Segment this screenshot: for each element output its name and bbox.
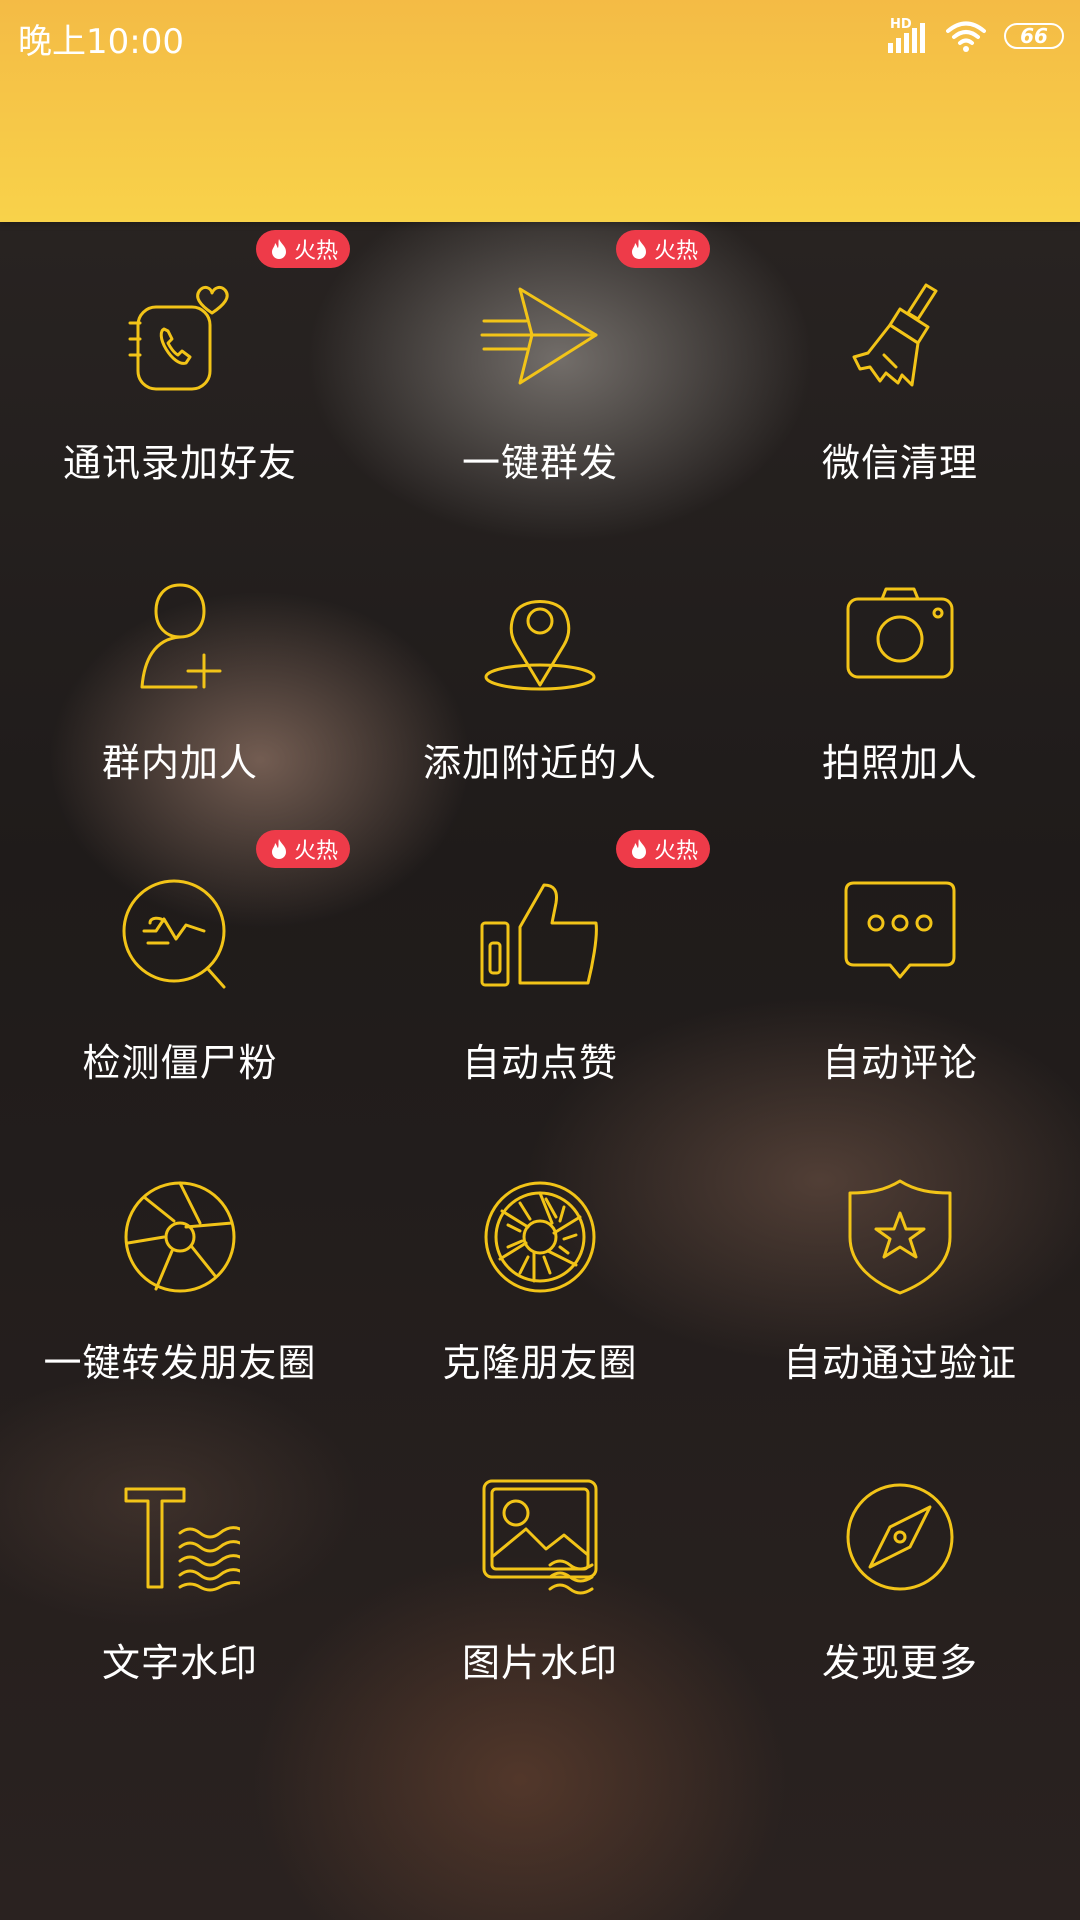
compass-icon <box>840 1477 960 1597</box>
status-time: 晚上10:00 <box>18 22 184 62</box>
aperture-icon <box>120 1177 240 1297</box>
location-pin-icon <box>480 577 600 697</box>
feature-mass-send[interactable]: 火热 一键群发 <box>360 222 720 522</box>
feature-text-watermark[interactable]: 文字水印 <box>0 1422 360 1722</box>
feature-label: 文字水印 <box>101 1641 258 1685</box>
text-watermark-icon <box>120 1477 242 1597</box>
feature-auto-comment[interactable]: 自动评论 <box>720 822 1080 1122</box>
feature-group-add[interactable]: 群内加人 <box>0 522 360 822</box>
feature-photo-add[interactable]: 拍照加人 <box>720 522 1080 822</box>
feature-contacts-add[interactable]: 火热 通讯录加好友 <box>0 222 360 522</box>
feature-label: 群内加人 <box>101 741 258 785</box>
feature-label: 添加附近的人 <box>422 741 657 785</box>
feature-label: 一键转发朋友圈 <box>43 1341 317 1385</box>
app-header: 晚上10:00 HD 66 <box>0 0 1080 222</box>
aperture-striped-icon <box>480 1177 600 1297</box>
flame-icon <box>271 239 286 259</box>
hot-badge: 火热 <box>256 230 350 268</box>
feature-label: 自动点赞 <box>461 1041 618 1085</box>
hot-badge: 火热 <box>616 230 710 268</box>
shield-star-icon <box>840 1177 960 1297</box>
feature-label: 一键群发 <box>461 441 618 485</box>
wifi-icon <box>946 21 986 52</box>
flame-icon <box>631 239 646 259</box>
battery-icon: 66 <box>1004 23 1064 49</box>
paper-plane-icon <box>480 277 600 397</box>
feature-discover-more[interactable]: 发现更多 <box>720 1422 1080 1722</box>
feature-wechat-clean[interactable]: 微信清理 <box>720 222 1080 522</box>
feature-auto-like[interactable]: 火热 自动点赞 <box>360 822 720 1122</box>
feature-label: 自动通过验证 <box>782 1341 1017 1385</box>
broom-icon <box>840 277 960 397</box>
search-wave-icon <box>120 877 240 997</box>
feature-clone-moments[interactable]: 克隆朋友圈 <box>360 1122 720 1422</box>
feature-nearby-add[interactable]: 添加附近的人 <box>360 522 720 822</box>
comment-bubble-icon <box>840 877 960 997</box>
feature-label: 图片水印 <box>461 1641 618 1685</box>
image-watermark-icon <box>480 1477 600 1597</box>
camera-icon <box>840 577 960 697</box>
status-icons: HD 66 <box>888 16 1064 56</box>
feature-label: 拍照加人 <box>821 741 978 785</box>
feature-detect-zombie[interactable]: 火热 检测僵尸粉 <box>0 822 360 1122</box>
feature-label: 克隆朋友圈 <box>442 1341 638 1385</box>
hot-badge: 火热 <box>616 830 710 868</box>
feature-label: 微信清理 <box>821 441 978 485</box>
feature-image-watermark[interactable]: 图片水印 <box>360 1422 720 1722</box>
feature-auto-verify[interactable]: 自动通过验证 <box>720 1122 1080 1422</box>
thumbs-up-icon <box>480 877 600 997</box>
flame-icon <box>271 839 286 859</box>
feature-label: 检测僵尸粉 <box>82 1041 278 1085</box>
feature-label: 发现更多 <box>821 1641 978 1685</box>
feature-forward-moments[interactable]: 一键转发朋友圈 <box>0 1122 360 1422</box>
add-user-icon <box>120 577 240 697</box>
feature-label: 自动评论 <box>821 1041 978 1085</box>
contacts-heart-icon <box>120 277 240 397</box>
hot-badge: 火热 <box>256 830 350 868</box>
signal-icon: HD <box>888 17 928 53</box>
feature-label: 通讯录加好友 <box>62 441 297 485</box>
flame-icon <box>631 839 646 859</box>
